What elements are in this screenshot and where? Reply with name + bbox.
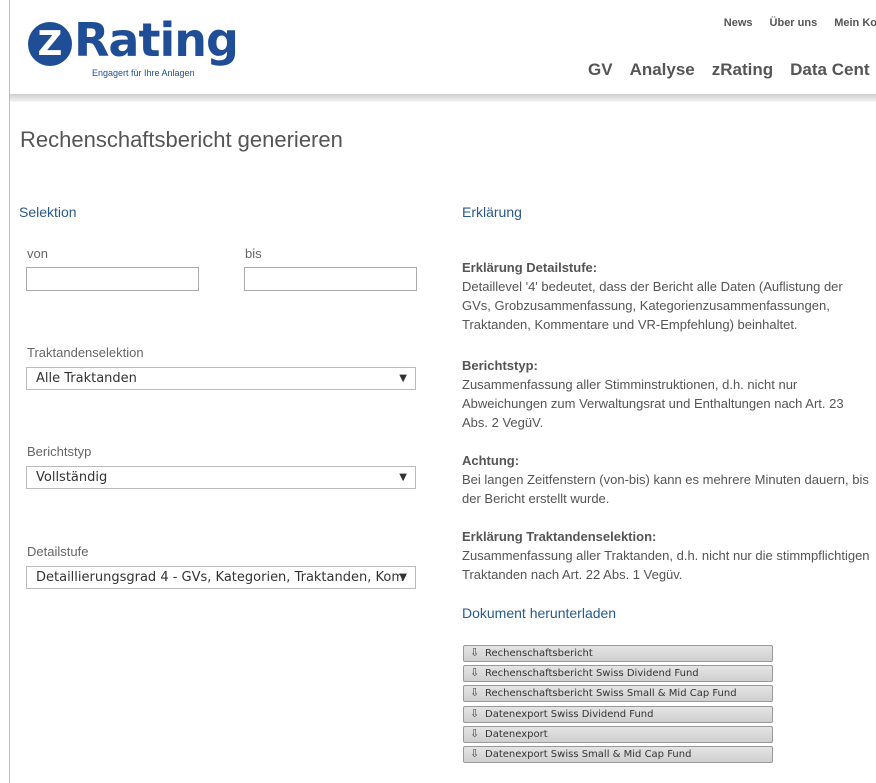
selektion-heading: Selektion: [19, 204, 77, 220]
page-title: Rechenschaftsbericht generieren: [20, 127, 343, 152]
erklaerung-title: Erklärung Traktandenselektion:: [462, 529, 657, 544]
export-icon: ⇩: [470, 747, 480, 760]
download-button-datenexport[interactable]: ⇩ Datenexport: [463, 726, 773, 743]
main-nav-zrating[interactable]: zRating: [712, 60, 773, 80]
erklaerung-text: Zusammenfassung aller Traktanden, d.h. n…: [462, 548, 870, 582]
download-button-datenexport-dividend[interactable]: ⇩ Datenexport Swiss Dividend Fund: [463, 706, 773, 723]
erklaerung-traktandenselektion: Erklärung Traktandenselektion: Zusammenf…: [462, 527, 872, 584]
export-icon: ⇩: [470, 646, 480, 659]
export-icon: ⇩: [470, 707, 480, 720]
export-icon: ⇩: [470, 686, 480, 699]
header: Z Rating Engagert für Ihre Anlagen News …: [10, 0, 876, 96]
logo[interactable]: Z Rating Engagert für Ihre Anlagen: [28, 13, 239, 80]
download-button-label: Rechenschaftsbericht Swiss Small & Mid C…: [485, 688, 737, 699]
von-label: von: [27, 246, 48, 261]
download-button-label: Datenexport: [485, 729, 548, 740]
logo-mark: Z: [28, 22, 72, 66]
erklaerung-text: Detaillevel '4' bedeutet, dass der Beric…: [462, 279, 843, 332]
erklaerung-title: Achtung:: [462, 453, 520, 468]
download-button-label: Datenexport Swiss Small & Mid Cap Fund: [485, 749, 692, 760]
chevron-down-icon: ▼: [399, 373, 407, 384]
erklaerung-detailstufe: Erklärung Detailstufe: Detaillevel '4' b…: [462, 258, 872, 334]
erklaerung-heading: Erklärung: [462, 204, 522, 220]
berichtstyp-label: Berichtstyp: [27, 444, 92, 459]
chevron-down-icon: ▼: [399, 572, 407, 583]
berichtstyp-select[interactable]: Vollständig ▼: [26, 466, 416, 489]
main-nav-data-center[interactable]: Data Cent: [790, 60, 869, 80]
download-button-rechenschaftsbericht-dividend[interactable]: ⇩ Rechenschaftsbericht Swiss Dividend Fu…: [463, 665, 773, 682]
download-button-label: Rechenschaftsbericht: [485, 648, 593, 659]
erklaerung-title: Berichtstyp:: [462, 358, 538, 373]
download-button-rechenschaftsbericht-smallmid[interactable]: ⇩ Rechenschaftsbericht Swiss Small & Mid…: [463, 685, 773, 702]
download-button-datenexport-smallmid[interactable]: ⇩ Datenexport Swiss Small & Mid Cap Fund: [463, 746, 773, 763]
logo-word: Rating: [74, 13, 239, 67]
main-nav-analyse[interactable]: Analyse: [630, 60, 695, 80]
logo-tagline: Engagert für Ihre Anlagen: [92, 68, 195, 78]
nav-link-about[interactable]: Über uns: [770, 17, 818, 29]
download-button-label: Datenexport Swiss Dividend Fund: [485, 709, 654, 720]
erklaerung-berichtstyp: Berichtstyp: Zusammenfassung aller Stimm…: [462, 356, 872, 432]
bis-date-input[interactable]: [244, 267, 417, 291]
detailstufe-select[interactable]: Detaillierungsgrad 4 - GVs, Kategorien, …: [26, 566, 416, 589]
main-nav: GV Analyse zRating Data Cent: [588, 60, 876, 80]
chevron-down-icon: ▼: [399, 472, 407, 483]
von-date-input[interactable]: [26, 267, 199, 291]
detailstufe-select-value: Detaillierungsgrad 4 - GVs, Kategorien, …: [36, 570, 404, 585]
erklaerung-text: Bei langen Zeitfenstern (von-bis) kann e…: [462, 472, 869, 506]
erklaerung-achtung: Achtung: Bei langen Zeitfenstern (von-bi…: [462, 451, 872, 508]
export-icon: ⇩: [470, 727, 480, 740]
traktanden-select[interactable]: Alle Traktanden ▼: [26, 367, 416, 390]
detailstufe-label: Detailstufe: [27, 544, 89, 559]
main-nav-gv[interactable]: GV: [588, 60, 613, 80]
download-button-rechenschaftsbericht[interactable]: ⇩ Rechenschaftsbericht: [463, 645, 773, 662]
traktanden-select-value: Alle Traktanden: [36, 371, 137, 386]
page-frame: Z Rating Engagert für Ihre Anlagen News …: [9, 0, 876, 783]
download-button-label: Rechenschaftsbericht Swiss Dividend Fund: [485, 668, 699, 679]
download-heading: Dokument herunterladen: [462, 605, 617, 621]
berichtstyp-select-value: Vollständig: [36, 470, 108, 485]
bis-label: bis: [245, 246, 262, 261]
top-nav: News Über uns Mein Ko: [707, 17, 876, 29]
erklaerung-text: Zusammenfassung aller Stimminstruktionen…: [462, 377, 844, 430]
erklaerung-title: Erklärung Detailstufe:: [462, 260, 598, 275]
nav-link-account[interactable]: Mein Ko: [834, 17, 876, 29]
header-divider: [10, 94, 876, 102]
nav-link-news[interactable]: News: [724, 17, 753, 29]
export-icon: ⇩: [470, 666, 480, 679]
traktanden-label: Traktandenselektion: [27, 345, 144, 360]
